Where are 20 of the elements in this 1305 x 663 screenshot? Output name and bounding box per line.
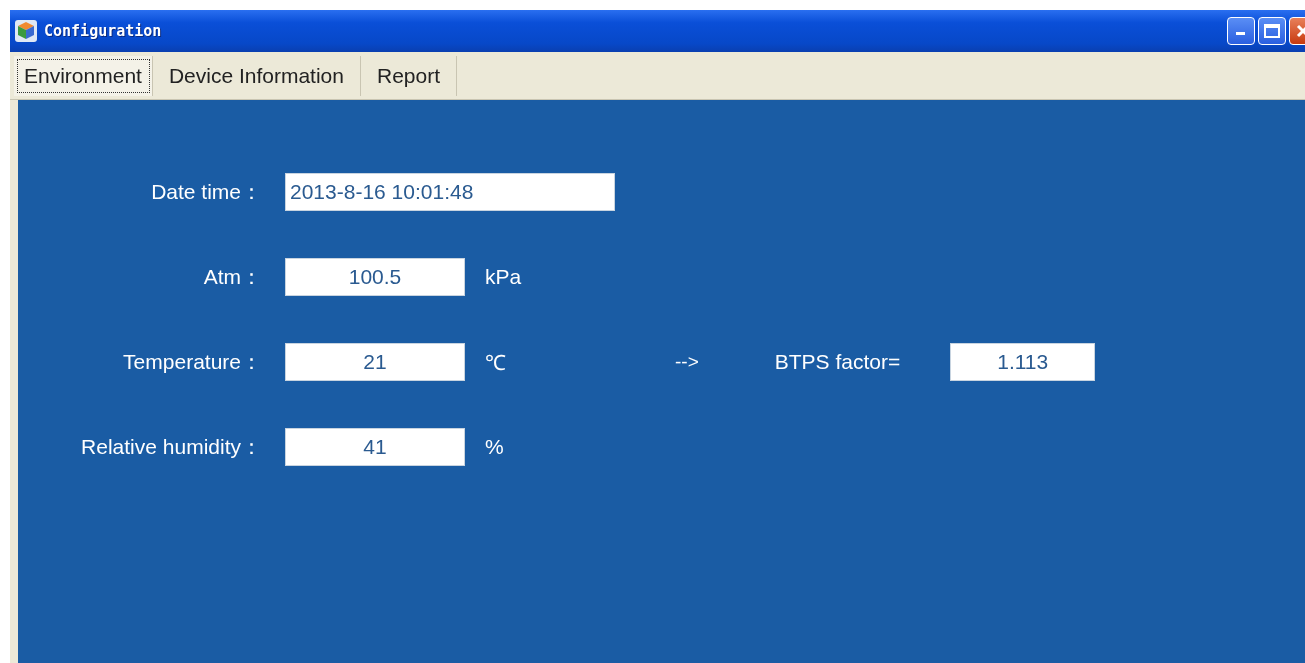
tab[interactable]: Environment — [14, 56, 153, 96]
maximize-button[interactable] — [1258, 17, 1286, 45]
unit-label: ℃ — [485, 349, 507, 376]
value-field[interactable]: 100.5 — [285, 257, 465, 296]
arrow-text: --> — [675, 350, 699, 373]
window-title: Configuration — [44, 22, 163, 40]
value-field[interactable]: 41 — [285, 427, 465, 466]
unit-label: % — [485, 434, 505, 459]
field-label: BTPS factor= — [774, 349, 901, 374]
field-label: Date time： — [150, 178, 262, 205]
app-cube-icon — [14, 19, 38, 43]
value-field[interactable]: 21 — [285, 342, 465, 381]
maximize-icon — [1264, 24, 1280, 38]
field-label: Relative humidity： — [80, 433, 262, 460]
field-label: Atm： — [202, 263, 262, 290]
field-label: Temperature： — [122, 348, 262, 375]
value-field[interactable]: 2013-8-16 10:01:48 — [285, 172, 615, 211]
minimize-button[interactable] — [1227, 17, 1255, 45]
value-field[interactable]: 1.113 — [950, 342, 1096, 381]
unit-label: kPa — [485, 264, 523, 289]
